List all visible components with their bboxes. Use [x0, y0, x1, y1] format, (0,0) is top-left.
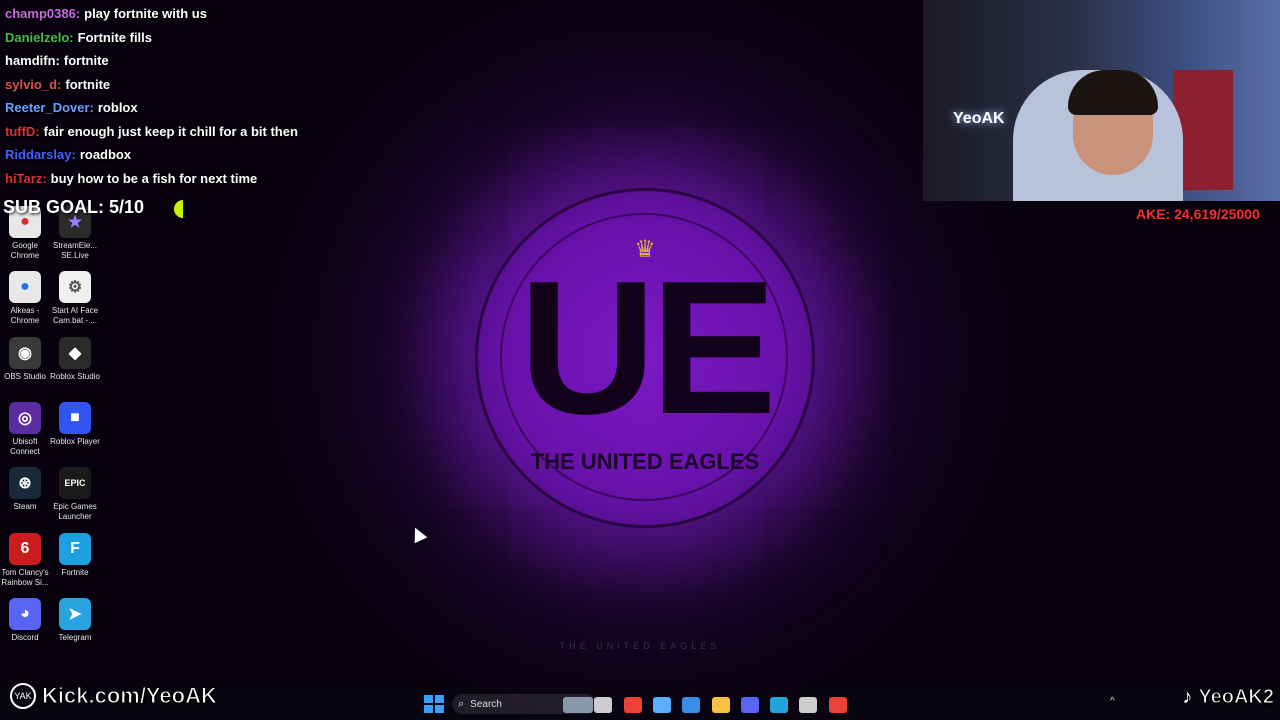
start-button[interactable]: [424, 695, 444, 713]
desktop-icon[interactable]: F Fortnite: [50, 532, 100, 578]
desktop-icon-label: Tom Clancy's Rainbow Si...: [1, 567, 49, 587]
chat-username: hiTarz:: [5, 170, 47, 186]
desktop-icon[interactable]: ➤ Telegram: [50, 597, 100, 643]
desktop-icon-label: Epic Games Launcher: [53, 502, 97, 522]
chat-username: Riddarslay:: [5, 147, 76, 162]
taskbar-store-icon[interactable]: [682, 697, 701, 713]
chat-message: sylvio_d: fortnite: [5, 77, 110, 92]
tiktok-icon: ♪: [1182, 686, 1193, 708]
taskbar-chrome-2-icon[interactable]: [828, 697, 847, 713]
neon-sign: YeoAK: [953, 110, 1005, 127]
chat-text: roblox: [97, 100, 138, 115]
goal-banner: AKE: 24,619/25000: [1136, 206, 1260, 222]
tiktok-handle: YeoAK2: [1198, 686, 1275, 709]
chat-username: champ0386:: [5, 6, 81, 21]
app-icon: ◆: [59, 336, 91, 369]
chat-text: fortnite: [63, 53, 109, 68]
tray-overflow-icon[interactable]: ^: [1110, 696, 1115, 707]
sub-goal-indicator: [174, 200, 183, 218]
desktop-icon[interactable]: ◎ Ubisoft Connect: [0, 401, 50, 457]
desktop-icon-label: Roblox Studio: [50, 371, 100, 381]
taskbar-chrome-icon[interactable]: [623, 697, 642, 713]
desktop-icon-label: Google Chrome: [10, 241, 40, 260]
kick-logo-icon: YAK: [10, 683, 36, 709]
chat-username: Danielzelo:: [5, 29, 74, 45]
chat-text: play fortnite with us: [84, 6, 207, 21]
chat-username: hamdifn:: [5, 53, 60, 68]
desktop-icon[interactable]: EPIC Epic Games Launcher: [50, 467, 100, 522]
taskbar-task-view-icon[interactable]: [594, 697, 613, 713]
desktop-icon-label: Start AI Face Cam.bat - ...: [51, 306, 99, 326]
chat-text: roadbox: [79, 147, 132, 162]
chat-text: fortnite: [65, 76, 111, 92]
windows-logo-icon: [424, 695, 433, 703]
desktop-icon-label: OBS Studio: [4, 371, 46, 381]
chat-message: champ0386: play fortnite with us: [5, 6, 207, 21]
app-icon: ➤: [59, 597, 91, 630]
desktop-icon-label: StreamEle... SE.Live: [52, 241, 97, 260]
app-icon: F: [59, 532, 91, 565]
desktop-icon[interactable]: ■ Roblox Player: [50, 401, 100, 447]
wallpaper-caption: THE UNITED EAGLES: [559, 641, 721, 651]
app-icon: ⊛: [9, 467, 41, 500]
desktop-icon[interactable]: ● Alkeas - Chrome: [0, 271, 50, 326]
kick-badge: YAK Kick.com/YeoAK: [6, 683, 223, 709]
tiktok-badge: ♪ YeoAK2: [1182, 686, 1274, 709]
chat-message: hiTarz: buy how to be a fish for next tim…: [5, 171, 257, 186]
mouse-cursor-icon: [408, 524, 428, 544]
desktop-icon[interactable]: ◉ OBS Studio: [0, 336, 50, 382]
desktop-icon[interactable]: ◆ Roblox Studio: [50, 336, 100, 382]
chat-message: hamdifn: fortnite: [5, 53, 109, 68]
desktop-icon-label: Fortnite: [61, 567, 89, 577]
desktop-icon[interactable]: ◕ Discord: [0, 597, 50, 643]
kick-link-text: Kick.com/YeoAK: [42, 683, 218, 709]
app-icon: ●: [9, 271, 41, 304]
chat-text: buy how to be a fish for next time: [50, 170, 258, 186]
app-icon: EPIC: [59, 467, 91, 500]
chat-text: fair enough just keep it chill for a bit…: [43, 123, 298, 139]
desktop-icon[interactable]: 6 Tom Clancy's Rainbow Si...: [0, 532, 50, 588]
taskbar-copilot-icon[interactable]: [652, 697, 671, 713]
desktop-icon-label: Ubisoft Connect: [10, 436, 40, 456]
chat-message: Reeter_Dover: roblox: [5, 100, 138, 115]
ue-logo: ♛ UE THE UNITED EAGLES: [475, 188, 815, 528]
chat-message: tuffD: fair enough just keep it chill for…: [5, 124, 298, 139]
chat-text: Fortnite fills: [77, 29, 153, 45]
sub-goal-text: SUB GOAL: 5/10: [3, 197, 145, 217]
app-icon: ■: [59, 401, 91, 434]
taskbar-widgets-icon[interactable]: [563, 697, 593, 713]
desktop-icon-label: Alkeas - Chrome: [10, 306, 40, 326]
search-label: Search: [470, 698, 502, 710]
app-icon: ◎: [9, 401, 41, 434]
app-icon: 6: [9, 532, 41, 565]
chat-message: Riddarslay: roadbox: [5, 147, 131, 162]
desktop-icon-label: Steam: [13, 502, 37, 512]
app-icon: ⚙: [59, 271, 91, 304]
taskbar-file-explorer-icon[interactable]: [711, 697, 730, 713]
logo-subtitle: THE UNITED EAGLES: [530, 449, 760, 474]
app-icon: ◉: [9, 336, 41, 369]
chat-username: sylvio_d:: [5, 76, 62, 92]
desktop-icon-label: Telegram: [58, 632, 92, 642]
taskbar-discord-icon[interactable]: [740, 697, 759, 713]
chat-username: Reeter_Dover:: [5, 100, 94, 115]
webcam-feed: YeoAK: [923, 0, 1280, 201]
desktop-icon[interactable]: ⊛ Steam: [0, 467, 50, 512]
desktop-icon-label: Roblox Player: [50, 436, 100, 446]
desktop-icon-label: Discord: [11, 632, 39, 642]
chat-message: Danielzelo: Fortnite fills: [5, 30, 152, 45]
taskbar-edge-icon[interactable]: [770, 697, 789, 713]
app-icon: ◕: [9, 597, 41, 630]
chat-username: tuffD:: [5, 123, 40, 139]
logo-letters: UE: [519, 242, 777, 454]
taskbar-obs-icon[interactable]: [799, 697, 818, 713]
search-icon: ⌕: [458, 697, 465, 710]
desktop-icon[interactable]: ⚙ Start AI Face Cam.bat - ...: [50, 271, 100, 326]
